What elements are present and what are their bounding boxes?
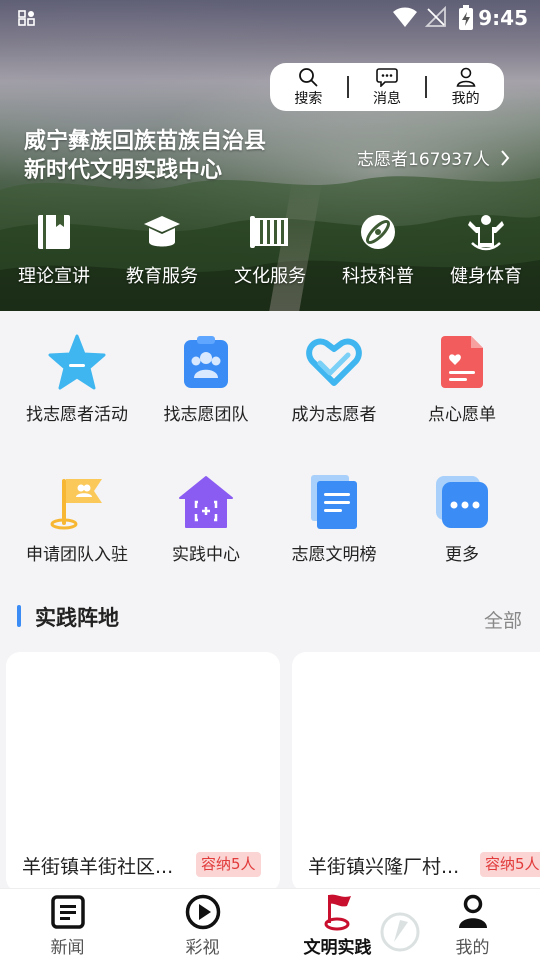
find-volunteer-team[interactable]: 找志愿团队 [154,330,258,470]
scroll-icon [250,216,288,248]
grid-label: 实践中心 [172,545,240,565]
title-line-2: 新时代文明实践中心 [24,158,223,183]
fitness-icon [468,215,504,251]
volunteer-count: 志愿者167937人 [357,150,490,170]
title-line-1: 威宁彝族回族苗族自治县 [24,129,267,154]
capacity-badge: 容纳5人 [480,852,540,877]
practice-center[interactable]: 实践中心 [154,470,258,610]
hero-category-nav: 理论宣讲 教育服务 文化服务 科技科普 健身体育 [0,210,540,288]
graduation-cap-icon [144,216,180,247]
grid-label: 成为志愿者 [291,405,377,425]
atom-icon [361,215,395,249]
nav-label: 文化服务 [234,266,306,287]
message-label: 消息 [373,90,401,107]
flag-icon [50,479,102,530]
apply-team-settle[interactable]: 申请团队入驻 [0,470,154,610]
more-services[interactable]: 更多 [410,470,514,610]
tab-label: 新闻 [50,938,85,958]
wish-list[interactable]: 点心愿单 [410,330,514,470]
status-bar: 9:45 [0,0,540,36]
view-all-link[interactable]: 全部 [484,606,522,633]
user-icon [456,67,476,87]
watermark-logo [380,912,420,952]
book-icon [38,215,70,249]
chevron-right-icon [501,149,510,166]
profile-button[interactable]: 我的 [427,63,504,111]
card-title: 羊街镇兴隆厂村... [308,856,460,878]
tab-video[interactable]: 彩视 [135,889,270,960]
nav-label: 理论宣讲 [18,266,90,287]
document-icon [311,475,357,529]
grid-label: 申请团队入驻 [26,545,128,565]
more-icon [436,476,488,528]
tab-label: 彩视 [185,938,220,958]
section-accent-bar [17,605,21,627]
tab-news[interactable]: 新闻 [0,889,135,960]
news-icon [50,895,85,929]
play-icon [185,894,220,930]
find-volunteer-activity[interactable]: 找志愿者活动 [0,330,154,470]
page-title: 威宁彝族回族苗族自治县 新时代文明实践中心 [24,127,266,185]
star-icon [48,334,106,390]
wish-document-icon [441,336,483,388]
no-signal-icon [425,6,446,27]
practice-site-card[interactable]: 羊街镇羊街社区... 容纳5人 [6,652,280,892]
nav-culture-service[interactable]: 文化服务 [216,210,324,288]
section-header: 实践阵地 全部 [0,600,540,636]
house-icon [179,476,233,528]
tab-label: 文明实践 [303,938,372,958]
nav-theory-lecture[interactable]: 理论宣讲 [0,210,108,288]
top-actions: 搜索 消息 我的 [270,63,504,111]
message-button[interactable]: 消息 [349,63,426,111]
search-icon [299,67,318,86]
wifi-icon [393,7,417,27]
practice-site-card[interactable]: 羊街镇兴隆厂村... 容纳5人 [292,652,540,892]
capacity-badge: 容纳5人 [196,852,261,877]
message-icon [376,67,398,87]
grid-label: 找志愿者活动 [26,405,128,425]
become-volunteer[interactable]: 成为志愿者 [258,330,410,470]
heart-hand-icon [306,338,362,386]
nav-education-service[interactable]: 教育服务 [108,210,216,288]
grid-label: 点心愿单 [428,405,496,425]
grid-label: 找志愿团队 [163,405,249,425]
volunteer-count-link[interactable]: 志愿者167937人 [357,145,510,170]
notification-icon [18,10,35,26]
nav-fitness-sports[interactable]: 健身体育 [432,210,540,288]
civilization-flag-icon [324,894,351,931]
grid-label: 更多 [445,545,479,565]
volunteer-ranking[interactable]: 志愿文明榜 [258,470,410,610]
search-button[interactable]: 搜索 [270,63,347,111]
card-title: 羊街镇羊街社区... [22,856,174,878]
profile-label: 我的 [451,90,480,107]
battery-charging-icon [459,5,473,30]
status-time: 9:45 [478,6,528,30]
grid-row: 申请团队入驻 实践中心 志愿文明榜 更多 [0,470,540,610]
nav-label: 科技科普 [342,266,414,287]
nav-science-popularization[interactable]: 科技科普 [324,210,432,288]
team-clipboard-icon [184,336,228,388]
section-title: 实践阵地 [35,606,119,630]
grid-label: 志愿文明榜 [291,545,377,565]
service-grid: 找志愿者活动 找志愿团队 成为志愿者 点心愿单 申请团队入驻 实践中心 志愿文明… [0,330,540,610]
nav-label: 教育服务 [126,266,198,287]
grid-row: 找志愿者活动 找志愿团队 成为志愿者 点心愿单 [0,330,540,470]
nav-label: 健身体育 [450,266,522,287]
search-label: 搜索 [294,90,323,107]
